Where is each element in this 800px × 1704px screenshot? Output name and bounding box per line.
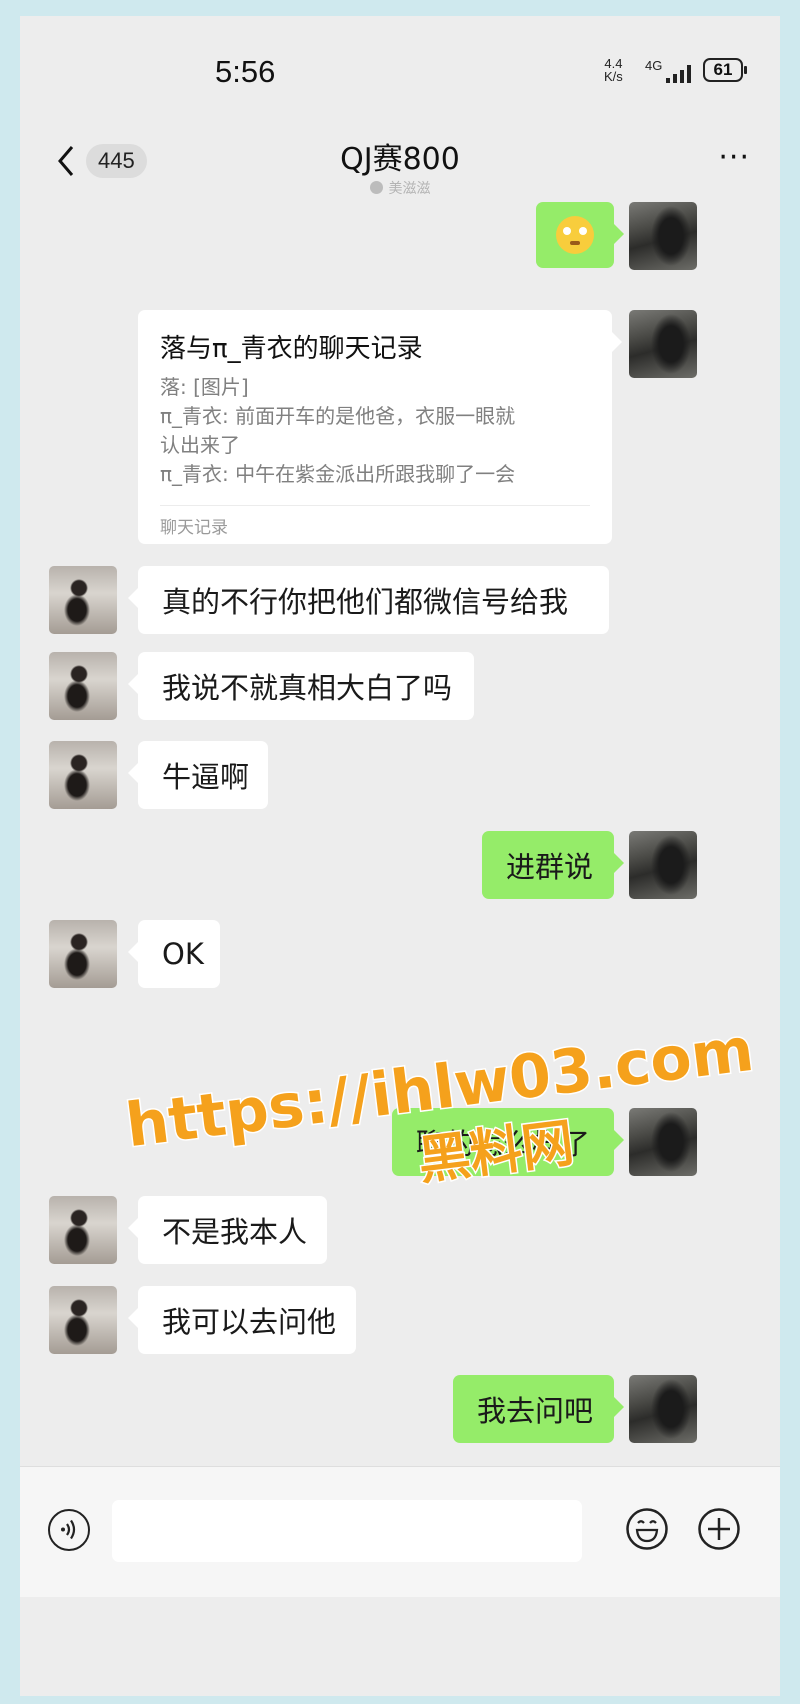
chat-record-title: 落与π_青衣的聊天记录	[160, 334, 423, 364]
status-bar: 5:56 4.4 K/s 4G 61	[20, 16, 780, 126]
chat-header: 445 QJ赛800 美滋滋 ···	[20, 126, 780, 206]
outgoing-message[interactable]: 进群说	[482, 831, 624, 899]
more-options-button[interactable]: ···	[718, 140, 750, 175]
emoji-message[interactable]	[536, 202, 624, 268]
message-input[interactable]	[112, 1500, 582, 1562]
chat-record-line: π_青衣: 中午在紫金派出所跟我聊了一会	[160, 462, 516, 486]
my-avatar[interactable]	[629, 310, 697, 378]
battery-indicator: 61	[703, 58, 747, 82]
my-avatar[interactable]	[629, 202, 697, 270]
chat-subtitle: 美滋滋	[20, 178, 780, 198]
incoming-message[interactable]: 我说不就真相大白了吗	[128, 652, 474, 720]
outgoing-message[interactable]: 我去问吧	[453, 1375, 624, 1443]
network-speed: 4.4 K/s	[604, 57, 623, 83]
plus-icon[interactable]	[696, 1506, 742, 1552]
my-avatar[interactable]	[629, 1108, 697, 1176]
chat-record-line: 落: [图片]	[160, 375, 249, 399]
incoming-message[interactable]: 不是我本人	[128, 1196, 327, 1264]
network-type: 4G	[645, 58, 663, 73]
chat-record-footer: 聊天记录	[160, 518, 228, 538]
contact-avatar[interactable]	[49, 920, 117, 988]
contact-avatar[interactable]	[49, 566, 117, 634]
chat-record-line: π_青衣: 前面开车的是他爸，衣服一眼就	[160, 404, 516, 428]
outgoing-message[interactable]: 聊的怎么样了	[392, 1108, 624, 1176]
status-time: 5:56	[215, 54, 276, 89]
contact-avatar[interactable]	[49, 652, 117, 720]
my-avatar[interactable]	[629, 831, 697, 899]
emoji-face-icon	[556, 216, 594, 254]
chat-subtitle-text: 美滋滋	[388, 181, 431, 197]
incoming-message[interactable]: 牛逼啊	[128, 741, 268, 809]
signal-icon	[666, 65, 691, 83]
incoming-message[interactable]: OK	[128, 920, 220, 988]
contact-avatar[interactable]	[49, 1196, 117, 1264]
contact-avatar[interactable]	[49, 1286, 117, 1354]
incoming-message[interactable]: 真的不行你把他们都微信号给我	[128, 566, 609, 634]
divider	[160, 505, 590, 506]
chat-screen: 5:56 4.4 K/s 4G 61 445 QJ赛800 美滋滋 ··· 落与…	[20, 16, 780, 1696]
voice-icon	[61, 1519, 76, 1540]
smiley-icon[interactable]	[624, 1506, 670, 1552]
contact-avatar[interactable]	[49, 741, 117, 809]
status-dot-icon	[369, 181, 383, 194]
input-bar	[20, 1466, 780, 1597]
my-avatar[interactable]	[629, 1375, 697, 1443]
chat-record-card[interactable]: 落与π_青衣的聊天记录 落: [图片] π_青衣: 前面开车的是他爸，衣服一眼就…	[138, 310, 622, 544]
incoming-message[interactable]: 我可以去问他	[128, 1286, 356, 1354]
chat-record-line: 认出来了	[160, 433, 240, 457]
network-speed-unit: K/s	[604, 69, 623, 84]
chat-title: QJ赛800	[340, 142, 460, 177]
voice-button[interactable]	[48, 1509, 90, 1551]
